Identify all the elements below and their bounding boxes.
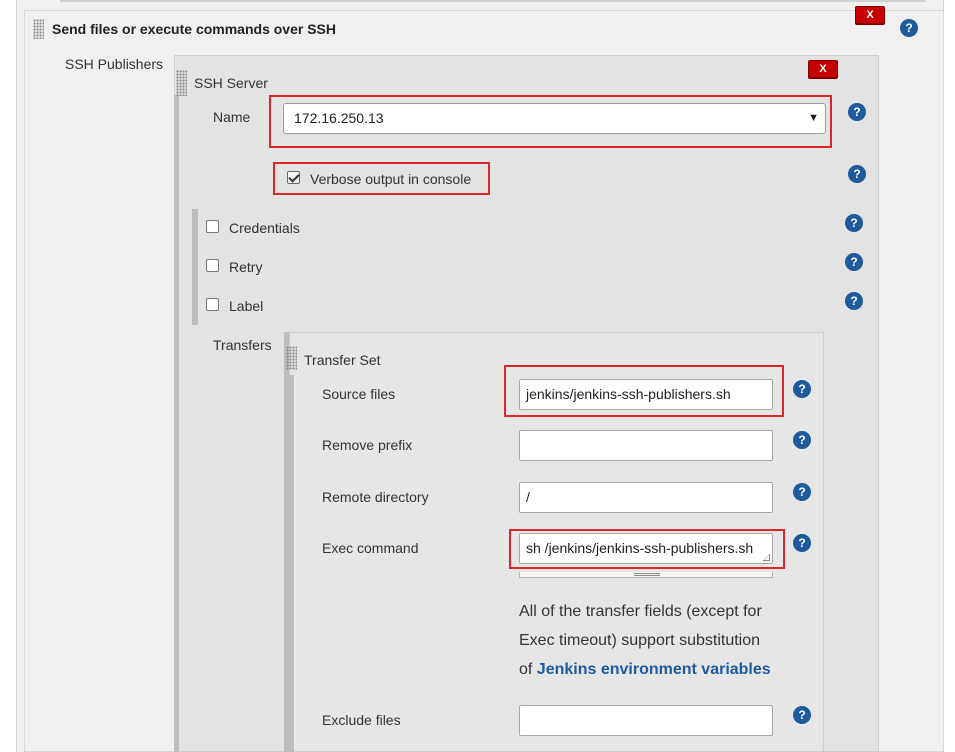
exclude-files-input[interactable] bbox=[519, 705, 773, 736]
source-files-input[interactable]: jenkins/jenkins-ssh-publishers.sh bbox=[519, 379, 773, 410]
ssh-publishers-label: SSH Publishers bbox=[65, 56, 164, 72]
page-margin-left bbox=[0, 0, 16, 752]
server-name-select[interactable]: 172.16.250.13 ▼ bbox=[283, 103, 826, 134]
server-side-bar bbox=[174, 95, 179, 752]
info-line-1: All of the transfer fields (except for bbox=[519, 603, 762, 620]
retry-checkbox[interactable] bbox=[206, 259, 219, 272]
verbose-checkbox[interactable] bbox=[287, 171, 300, 184]
credentials-help-icon[interactable]: ? bbox=[845, 214, 863, 232]
verbose-help-icon[interactable]: ? bbox=[848, 165, 866, 183]
info-line-3: of Jenkins environment variables bbox=[519, 655, 789, 684]
label-checkbox[interactable] bbox=[206, 298, 219, 311]
resize-handle-icon[interactable] bbox=[763, 554, 770, 561]
name-label: Name bbox=[213, 109, 251, 125]
exclude-files-help-icon[interactable]: ? bbox=[793, 706, 811, 724]
remove-prefix-help-icon[interactable]: ? bbox=[793, 431, 811, 449]
source-files-help-icon[interactable]: ? bbox=[793, 380, 811, 398]
grip-lines-icon bbox=[634, 573, 660, 576]
info-line-3-prefix: of bbox=[519, 661, 537, 678]
source-files-label: Source files bbox=[322, 386, 396, 402]
retry-help-icon[interactable]: ? bbox=[845, 253, 863, 271]
exec-command-value: sh /jenkins/jenkins-ssh-publishers.sh bbox=[526, 540, 754, 556]
substitution-info-text: All of the transfer fields (except for E… bbox=[519, 597, 789, 684]
exclude-files-label: Exclude files bbox=[322, 712, 401, 728]
delete-server-button[interactable]: X bbox=[808, 60, 838, 78]
server-name-value: 172.16.250.13 bbox=[294, 110, 384, 126]
help-icon[interactable]: ? bbox=[900, 19, 918, 37]
section-drag-handle[interactable] bbox=[33, 19, 44, 39]
section-title: Send files or execute commands over SSH bbox=[52, 21, 336, 37]
remote-directory-help-icon[interactable]: ? bbox=[793, 483, 811, 501]
label-option-label: Label bbox=[229, 298, 264, 314]
chevron-down-icon: ▼ bbox=[808, 112, 819, 124]
transfer-set-side-bar bbox=[289, 375, 294, 752]
exec-command-label: Exec command bbox=[322, 540, 419, 556]
remove-prefix-label: Remove prefix bbox=[322, 437, 413, 453]
credentials-checkbox[interactable] bbox=[206, 220, 219, 233]
ssh-server-title: SSH Server bbox=[194, 75, 268, 91]
server-drag-handle[interactable] bbox=[176, 70, 187, 96]
exec-command-help-icon[interactable]: ? bbox=[793, 534, 811, 552]
transfer-set-drag-handle[interactable] bbox=[286, 346, 297, 370]
transfer-set-title: Transfer Set bbox=[304, 352, 381, 368]
remote-directory-label: Remote directory bbox=[322, 489, 429, 505]
credentials-label: Credentials bbox=[229, 220, 300, 236]
label-help-icon[interactable]: ? bbox=[845, 292, 863, 310]
remote-directory-input[interactable]: / bbox=[519, 482, 773, 513]
jenkins-env-vars-link[interactable]: Jenkins environment variables bbox=[537, 661, 771, 678]
retry-label: Retry bbox=[229, 259, 263, 275]
page-margin-right bbox=[944, 0, 955, 752]
exec-command-textarea[interactable]: sh /jenkins/jenkins-ssh-publishers.sh bbox=[519, 533, 773, 564]
remove-prefix-input[interactable] bbox=[519, 430, 773, 461]
transfers-label: Transfers bbox=[213, 337, 272, 353]
name-help-icon[interactable]: ? bbox=[848, 103, 866, 121]
textarea-expand-grip[interactable] bbox=[519, 572, 773, 578]
info-line-2: Exec timeout) support substitution bbox=[519, 632, 761, 649]
section-top-divider bbox=[60, 0, 926, 2]
verbose-label: Verbose output in console bbox=[310, 171, 472, 187]
delete-section-button[interactable]: X bbox=[855, 6, 885, 24]
options-side-bar bbox=[192, 209, 198, 325]
